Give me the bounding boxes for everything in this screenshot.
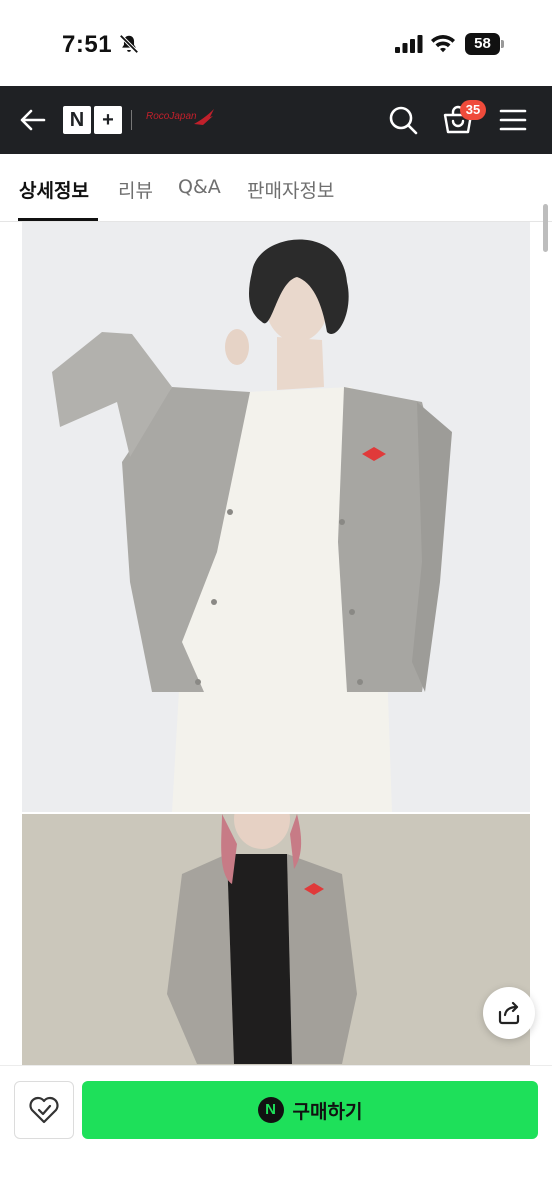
bell-slash-icon [119,34,139,54]
logo-divider [131,110,132,130]
menu-icon[interactable] [499,107,527,133]
share-button[interactable] [483,987,535,1039]
share-icon [498,1001,520,1025]
buy-button[interactable]: N 구매하기 [82,1081,538,1139]
tab-reviews[interactable]: 리뷰 [118,176,153,203]
battery-indicator: 58 [465,33,505,55]
heart-icon [29,1096,59,1124]
wishlist-button[interactable] [14,1081,74,1139]
cart-count-badge: 35 [460,100,486,120]
tab-qna[interactable]: Q&A [178,176,221,198]
signal-icon [395,35,423,53]
naver-plus-logo[interactable]: N + [63,106,122,134]
tab-bar: 상세정보 리뷰 Q&A 판매자정보 [0,154,552,222]
logo-plus: + [94,106,122,134]
brand-logo[interactable]: RocoJapan [146,111,197,122]
wifi-icon [431,35,455,53]
tab-details[interactable]: 상세정보 [19,176,89,203]
tab-seller-info[interactable]: 판매자정보 [247,176,334,203]
status-bar: 7:51 58 [0,0,552,86]
battery-level: 58 [465,33,500,55]
status-time: 7:51 [62,31,113,58]
back-arrow-icon[interactable] [18,106,48,134]
tab-active-indicator [18,218,98,221]
app-header: N + RocoJapan [0,86,552,154]
buy-button-label: 구매하기 [292,1100,363,1123]
product-photo [22,222,530,812]
naver-pay-icon: N [257,1097,284,1123]
purchase-bar: N 구매하기 [0,1065,552,1200]
scrollbar-thumb[interactable] [543,204,548,252]
product-photo-second [22,814,530,1065]
logo-n: N [63,106,91,134]
brand-swoosh-icon [194,109,214,125]
battery-cap [501,40,504,48]
search-icon[interactable] [388,105,418,135]
product-detail-content[interactable] [0,222,552,1065]
